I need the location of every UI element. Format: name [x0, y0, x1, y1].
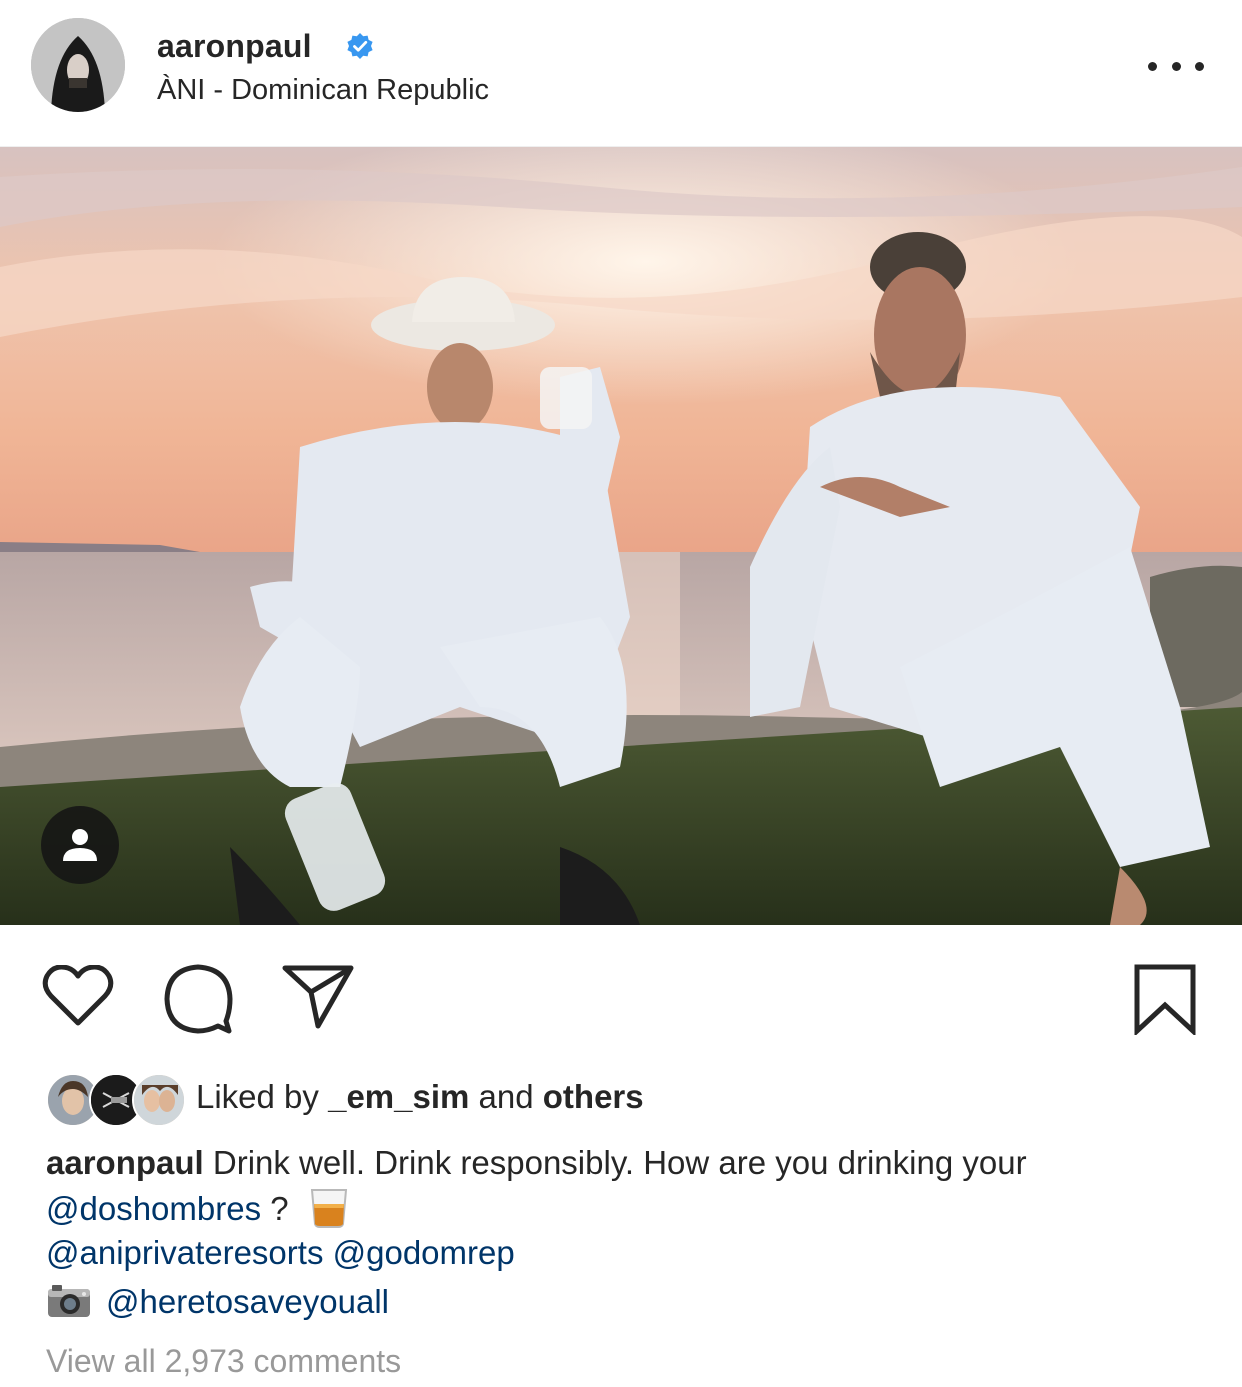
user-tag-icon[interactable] — [41, 806, 119, 884]
bookmark-icon[interactable] — [1133, 963, 1197, 1035]
post-username[interactable]: aaronpaul — [157, 28, 312, 65]
caption-line-1: aaronpaul Drink well. Drink responsibly.… — [46, 1144, 1027, 1182]
liked-by-user[interactable]: _em_sim — [328, 1078, 469, 1115]
post-header: aaronpaul ÀNI - Dominican Republic — [0, 0, 1242, 147]
mention-doshombres[interactable]: @doshombres — [46, 1190, 261, 1227]
mention-aniprivateresorts[interactable]: @aniprivateresorts — [46, 1234, 323, 1271]
caption-author[interactable]: aaronpaul — [46, 1144, 204, 1181]
liker-avatar — [132, 1073, 186, 1127]
more-options-icon[interactable] — [1148, 50, 1204, 82]
comment-icon[interactable] — [163, 963, 235, 1035]
verified-badge-icon — [347, 33, 373, 59]
post-location[interactable]: ÀNI - Dominican Republic — [157, 74, 489, 107]
profile-avatar[interactable] — [31, 18, 125, 112]
mention-heretosaveyouall[interactable]: @heretosaveyouall — [106, 1283, 389, 1320]
caption-line-2: @doshombres ? — [46, 1186, 350, 1228]
camera-emoji — [48, 1285, 90, 1317]
caption-text: Drink well. Drink responsibly. How are y… — [203, 1144, 1027, 1181]
tumbler-glass-emoji — [310, 1189, 347, 1228]
post-photo[interactable] — [0, 147, 1242, 925]
caption-line-4: @heretosaveyouall — [46, 1283, 389, 1321]
liked-by-others[interactable]: others — [543, 1078, 644, 1115]
send-icon[interactable] — [281, 964, 355, 1030]
sunset-photo-illustration — [0, 147, 1242, 925]
mention-godomrep[interactable]: @godomrep — [333, 1234, 515, 1271]
view-all-comments-link[interactable]: View all 2,973 comments — [46, 1343, 401, 1380]
heart-icon[interactable] — [42, 965, 114, 1027]
liked-by-text[interactable]: Liked by _em_sim and others — [196, 1078, 644, 1116]
likers-avatars[interactable] — [46, 1073, 186, 1127]
caption-line-3: @aniprivateresorts @godomrep — [46, 1234, 515, 1272]
